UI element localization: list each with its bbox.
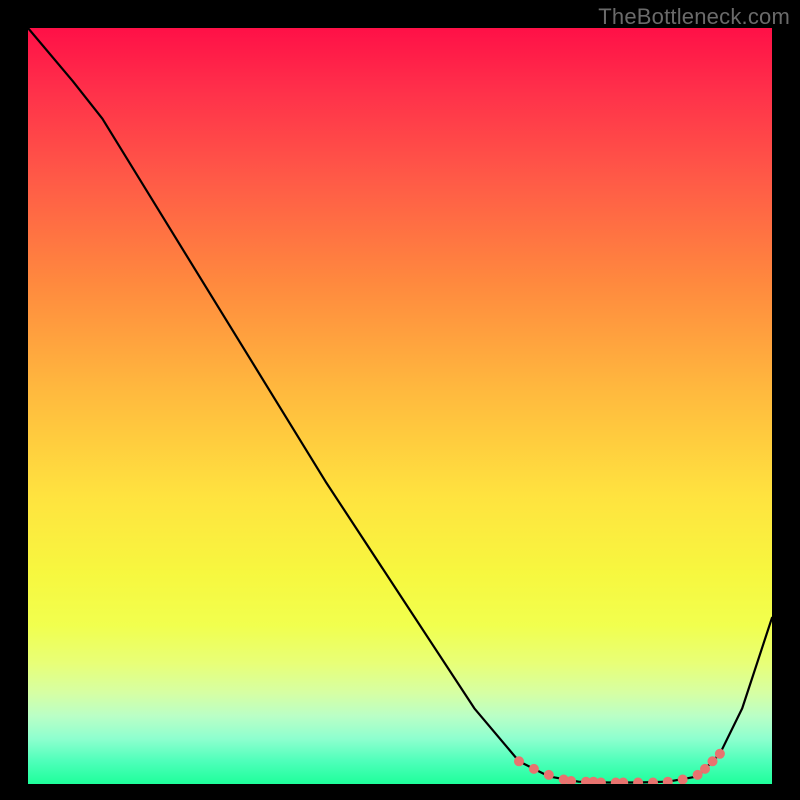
data-marker	[678, 775, 688, 785]
data-marker	[618, 778, 628, 785]
data-marker	[544, 770, 554, 780]
data-marker	[596, 778, 606, 785]
data-marker	[700, 764, 710, 774]
chart-frame: TheBottleneck.com	[0, 0, 800, 800]
data-marker	[633, 778, 643, 785]
data-marker	[708, 756, 718, 766]
data-curve	[28, 28, 772, 784]
data-marker	[514, 756, 524, 766]
data-marker	[529, 764, 539, 774]
data-marker	[648, 778, 658, 785]
data-marker	[715, 749, 725, 759]
data-marker	[663, 777, 673, 784]
watermark-text: TheBottleneck.com	[598, 4, 790, 30]
plot-area	[28, 28, 772, 784]
